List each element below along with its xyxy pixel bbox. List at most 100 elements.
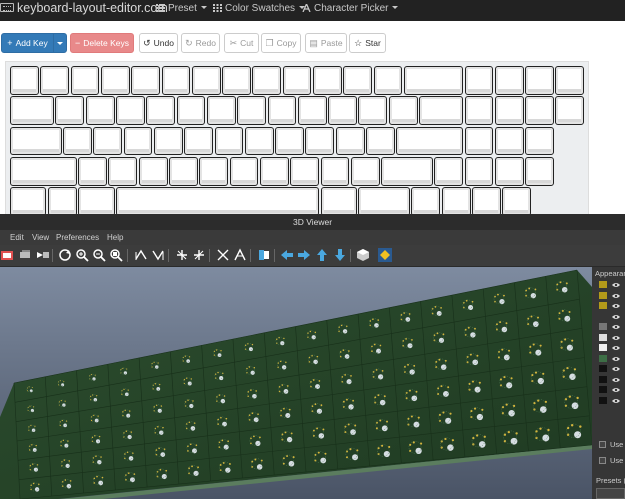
keycap[interactable] [78, 187, 115, 216]
keycap[interactable] [169, 156, 198, 186]
view-toggle-icon[interactable] [257, 248, 271, 262]
site-brand[interactable]: keyboard-layout-editor.com [0, 1, 168, 15]
keycap[interactable] [214, 126, 244, 156]
zoom-out-icon[interactable] [92, 248, 106, 262]
keycap[interactable] [138, 156, 168, 186]
keyboard-layout-canvas[interactable] [5, 61, 589, 216]
keycap[interactable] [464, 96, 494, 126]
keycap[interactable] [100, 66, 130, 95]
eye-icon[interactable] [612, 365, 620, 371]
keycap[interactable] [123, 126, 153, 156]
keycap[interactable] [434, 156, 463, 186]
app-icon[interactable] [0, 248, 14, 262]
keycap[interactable] [244, 126, 274, 156]
keycap[interactable] [108, 156, 138, 186]
keycap[interactable] [525, 96, 554, 126]
keycap[interactable] [282, 66, 312, 95]
layer-row[interactable] [592, 313, 625, 322]
keycap[interactable] [10, 96, 54, 126]
keycap[interactable] [525, 66, 554, 95]
keycap[interactable] [290, 156, 320, 186]
layer-row[interactable] [592, 365, 625, 374]
layer-color-icon[interactable] [378, 248, 392, 262]
keycap[interactable] [10, 66, 39, 95]
keycap[interactable] [70, 66, 100, 95]
keycap[interactable] [184, 126, 214, 156]
rotate-z-icon[interactable] [175, 248, 189, 262]
keycap[interactable] [396, 126, 463, 156]
layer-color-swatch[interactable] [599, 302, 607, 309]
layer-row[interactable] [592, 333, 625, 343]
keycap[interactable] [259, 156, 289, 186]
keycap[interactable] [320, 156, 350, 186]
presets-select[interactable] [596, 488, 625, 499]
3d-scene[interactable] [0, 267, 592, 499]
keycap[interactable] [305, 126, 335, 156]
keycap[interactable] [146, 96, 176, 126]
star-button[interactable]: ☆ Star [349, 33, 386, 53]
rotate-y-icon[interactable] [151, 248, 165, 262]
keycap[interactable] [555, 66, 585, 95]
layer-color-swatch[interactable] [599, 386, 607, 393]
undo-button[interactable]: ↺ Undo [139, 33, 178, 53]
keycap[interactable] [47, 187, 77, 216]
keycap[interactable] [237, 96, 267, 126]
eye-icon[interactable] [612, 281, 620, 287]
refresh-icon[interactable] [58, 248, 72, 262]
keycap[interactable] [464, 126, 494, 156]
add-key-button[interactable]: + Add Key [1, 33, 54, 53]
layer-color-swatch[interactable] [599, 291, 607, 299]
keycap[interactable] [78, 156, 107, 186]
layer-row[interactable] [592, 386, 625, 395]
keycap[interactable] [464, 66, 494, 95]
layer-color-swatch[interactable] [599, 281, 607, 288]
keycap[interactable] [358, 187, 410, 216]
keycap[interactable] [297, 96, 327, 126]
keycap[interactable] [494, 66, 524, 95]
viewer-menu-view[interactable]: View [32, 233, 49, 242]
keycap[interactable] [275, 126, 304, 156]
flip-board-icon[interactable] [233, 248, 247, 262]
paste-button[interactable]: ▤ Paste [305, 33, 347, 53]
eye-icon[interactable] [612, 313, 620, 319]
layer-color-swatch[interactable] [599, 344, 607, 351]
keycap[interactable] [358, 96, 388, 126]
checkbox[interactable] [599, 457, 606, 464]
keycap[interactable] [161, 66, 191, 95]
render-icon[interactable] [36, 248, 50, 262]
viewer-menu-edit[interactable]: Edit [10, 233, 24, 242]
redo-button[interactable]: ↻ Redo [181, 33, 220, 53]
keycap[interactable] [335, 126, 365, 156]
keycap[interactable] [343, 66, 373, 95]
keycap[interactable] [222, 66, 251, 95]
keycap[interactable] [350, 156, 380, 186]
keycap[interactable] [373, 66, 403, 95]
keycap[interactable] [229, 156, 259, 186]
eye-icon[interactable] [612, 355, 620, 361]
layers-icon[interactable] [18, 248, 32, 262]
keycap[interactable] [502, 187, 532, 216]
keycap[interactable] [153, 126, 183, 156]
keycap[interactable] [93, 126, 123, 156]
keycap[interactable] [441, 187, 471, 216]
keycap[interactable] [131, 66, 160, 95]
eye-icon[interactable] [612, 376, 620, 382]
keycap[interactable] [199, 156, 229, 186]
layer-color-swatch[interactable] [599, 333, 607, 341]
keycap[interactable] [381, 156, 433, 186]
keycap[interactable] [494, 96, 524, 126]
keycap[interactable] [63, 126, 92, 156]
menu-color-swatches[interactable]: Color Swatches [213, 3, 306, 14]
keycap[interactable] [206, 96, 236, 126]
keycap[interactable] [40, 66, 70, 95]
arrow-left-icon[interactable] [280, 248, 294, 262]
delete-keys-button[interactable]: − Delete Keys [70, 33, 134, 53]
layer-row[interactable] [592, 354, 625, 364]
keycap[interactable] [267, 96, 297, 126]
keycap[interactable] [252, 66, 282, 95]
keycap[interactable] [328, 96, 357, 126]
keycap[interactable] [419, 96, 463, 126]
keycap[interactable] [116, 187, 320, 216]
keycap[interactable] [116, 96, 145, 126]
keycap[interactable] [388, 96, 418, 126]
